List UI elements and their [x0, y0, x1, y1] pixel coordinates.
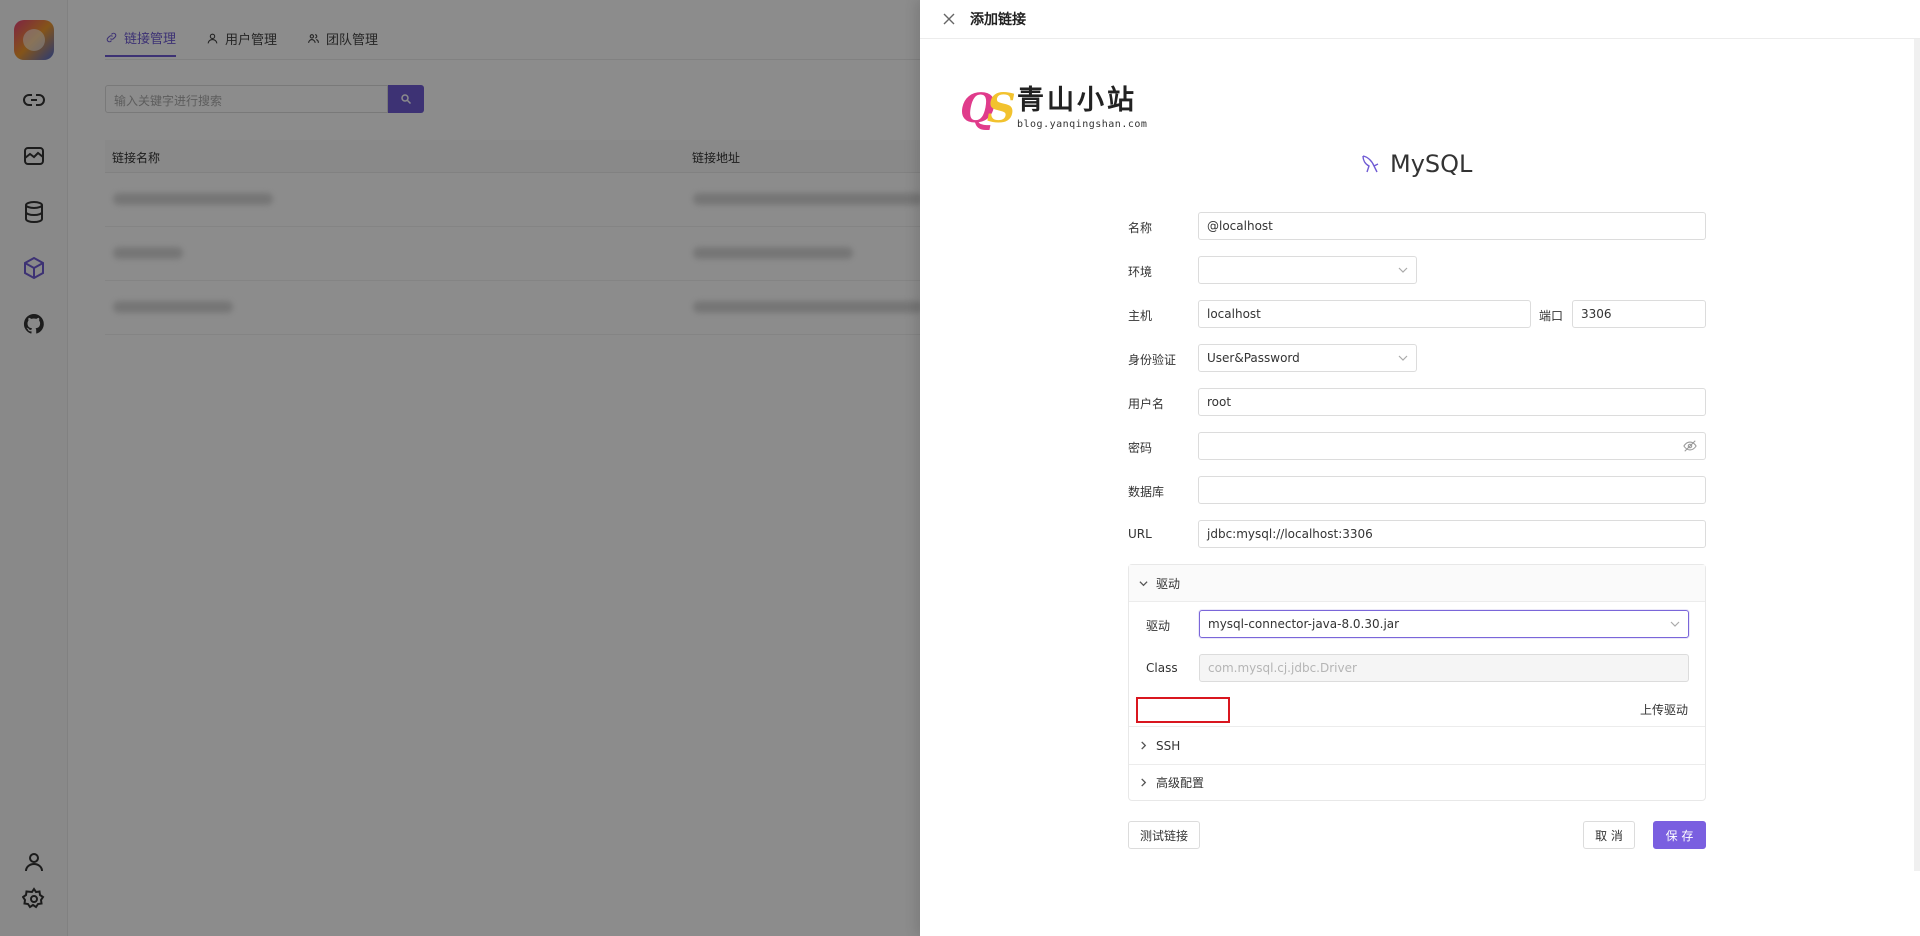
auth-select[interactable]: User&Password [1198, 344, 1417, 372]
host-label: 主机 [1128, 309, 1153, 323]
ssh-section-header[interactable]: SSH [1129, 727, 1705, 764]
chevron-right-icon [1141, 741, 1147, 750]
host-input[interactable]: localhost [1198, 300, 1531, 328]
highlight-annotation-box [1136, 697, 1230, 723]
advanced-section-header[interactable]: 高级配置 [1129, 764, 1705, 801]
class-label: Class [1146, 661, 1178, 675]
auth-label: 身份验证 [1128, 353, 1177, 367]
chevron-down-icon [1139, 580, 1148, 586]
eye-off-icon[interactable] [1683, 439, 1697, 453]
brand-logo: QS 青山小站 blog.yanqingshan.com [960, 83, 1147, 133]
chevron-down-icon [1398, 267, 1408, 273]
url-input[interactable]: jdbc:mysql://localhost:3306 [1198, 520, 1706, 548]
password-input[interactable] [1198, 432, 1706, 460]
add-connection-drawer: 添加链接 QS 青山小站 blog.yanqingshan.com MySQL … [920, 0, 1920, 936]
close-icon[interactable] [942, 12, 956, 26]
env-select[interactable] [1198, 256, 1417, 284]
driver-section-header[interactable]: 驱动 [1129, 565, 1705, 602]
brand-url: blog.yanqingshan.com [1017, 119, 1148, 130]
ssh-section-title: SSH [1156, 738, 1181, 753]
class-input: com.mysql.cj.jdbc.Driver [1199, 654, 1689, 682]
modal-overlay[interactable] [0, 0, 920, 936]
driver-select[interactable]: mysql-connector-java-8.0.30.jar [1199, 610, 1689, 638]
drawer-scrollbar[interactable] [1914, 39, 1920, 871]
port-input[interactable]: 3306 [1572, 300, 1706, 328]
drawer-header: 添加链接 [920, 0, 1920, 39]
password-label: 密码 [1128, 441, 1153, 455]
port-label: 端口 [1539, 309, 1564, 323]
brand-mark: QS [960, 85, 1016, 132]
advanced-section-title: 高级配置 [1156, 776, 1205, 790]
chevron-down-icon [1398, 355, 1408, 361]
cancel-button[interactable]: 取 消 [1583, 821, 1635, 849]
chevron-right-icon [1141, 778, 1147, 787]
drawer-title: 添加链接 [970, 12, 1026, 28]
database-label: 数据库 [1128, 485, 1165, 499]
driver-value: mysql-connector-java-8.0.30.jar [1208, 617, 1400, 631]
test-connection-button[interactable]: 测试链接 [1128, 821, 1200, 849]
auth-value: User&Password [1207, 351, 1300, 365]
upload-driver-link[interactable]: 上传驱动 [1640, 701, 1688, 718]
database-type-label: MySQL [1390, 150, 1473, 178]
driver-label: 驱动 [1146, 619, 1171, 633]
database-input[interactable] [1198, 476, 1706, 504]
driver-section-title: 驱动 [1156, 576, 1181, 591]
name-label: 名称 [1128, 221, 1153, 235]
save-button[interactable]: 保 存 [1653, 821, 1706, 849]
env-label: 环境 [1128, 265, 1153, 279]
collapse-panel: 驱动 SSH 高级配置 [1128, 564, 1706, 801]
name-input[interactable]: @localhost [1198, 212, 1706, 240]
chevron-down-icon [1670, 621, 1680, 627]
username-input[interactable]: root [1198, 388, 1706, 416]
url-label: URL [1128, 527, 1152, 541]
mysql-dolphin-icon [1362, 155, 1379, 173]
database-type-title: MySQL [1360, 150, 1472, 178]
brand-name: 青山小站 [1017, 85, 1137, 116]
username-label: 用户名 [1128, 397, 1165, 411]
